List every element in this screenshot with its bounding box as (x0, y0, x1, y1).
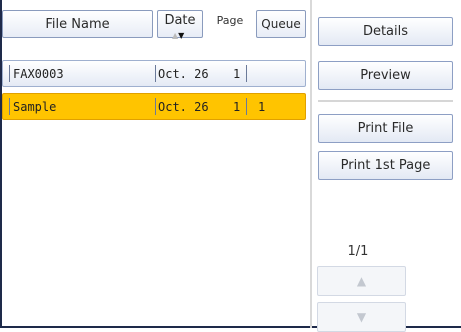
row-date: Oct. 26 (158, 67, 209, 81)
file-name-column-button[interactable]: File Name (2, 10, 153, 38)
page-counter: 1/1 (347, 244, 369, 259)
details-button-label: Details (362, 24, 409, 39)
cell-separator (9, 65, 10, 82)
print-first-page-button-label: Print 1st Page (340, 158, 431, 173)
row-file-name: FAX0003 (13, 67, 64, 81)
cell-separator (155, 65, 156, 82)
panel-divider (310, 0, 312, 328)
queue-column-label: Queue (261, 17, 301, 31)
print-file-button[interactable]: Print File (318, 114, 453, 143)
frame-left-border (0, 0, 2, 328)
cell-separator (155, 98, 156, 115)
down-arrow-icon: ▼ (356, 310, 367, 324)
sort-descending-icon: ▼ (178, 31, 185, 40)
panel-separator (318, 100, 453, 102)
row-date: Oct. 26 (158, 100, 209, 114)
page-column-label: Page (216, 14, 244, 27)
up-arrow-icon: ▲ (356, 274, 367, 288)
row-queue: 1 (258, 100, 266, 114)
row-page: 1 (233, 67, 241, 81)
cell-separator (246, 98, 247, 115)
queue-column-button[interactable]: Queue (256, 10, 306, 38)
details-button[interactable]: Details (318, 17, 453, 46)
cell-separator (246, 65, 247, 82)
print-file-button-label: Print File (357, 121, 414, 136)
sort-indicator: ▲▼ (172, 31, 184, 40)
row-file-name: Sample (13, 100, 57, 114)
cell-separator (9, 98, 10, 115)
table-row[interactable]: FAX0003 Oct. 26 1 (2, 60, 306, 87)
file-name-column-label: File Name (45, 16, 110, 32)
scroll-up-button[interactable]: ▲ (317, 266, 406, 296)
table-row-selected[interactable]: Sample Oct. 26 1 1 (2, 93, 306, 120)
print-first-page-button[interactable]: Print 1st Page (318, 151, 453, 180)
row-page: 1 (233, 100, 241, 114)
preview-button-label: Preview (360, 68, 411, 83)
date-column-label: Date (164, 12, 196, 28)
preview-button[interactable]: Preview (318, 61, 453, 90)
